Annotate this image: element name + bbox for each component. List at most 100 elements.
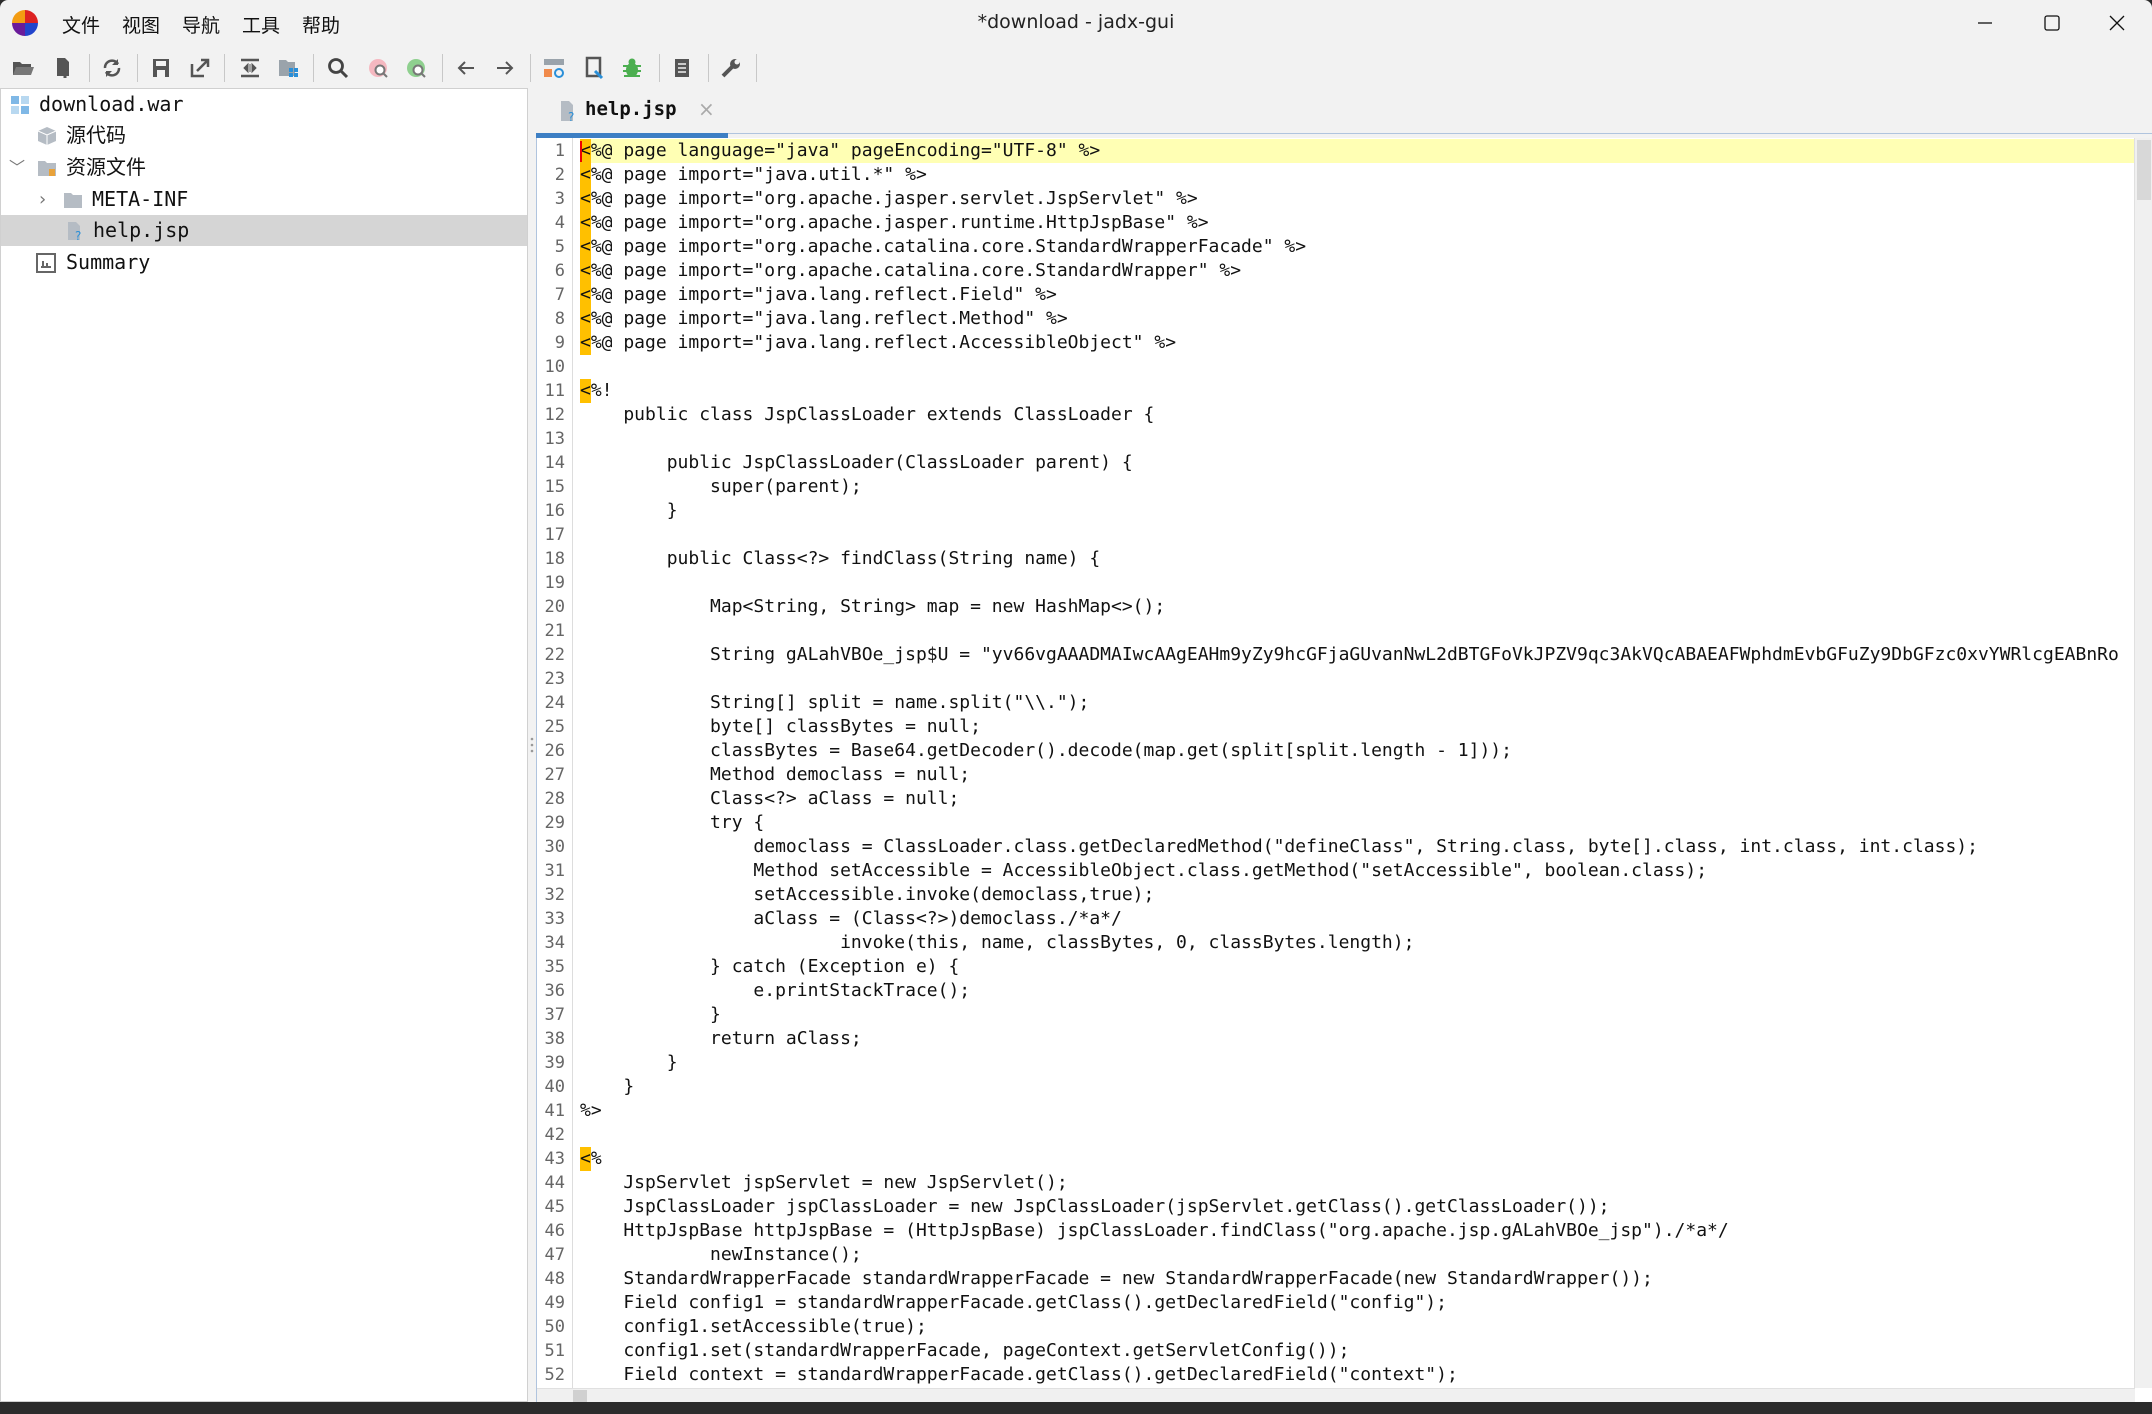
- tree-item-root[interactable]: download.war: [1, 89, 527, 120]
- line-number: 3: [554, 189, 565, 209]
- chevron-down-icon[interactable]: ﹀: [9, 152, 25, 183]
- line-number: 30: [544, 837, 565, 857]
- code-line: <%@ page import="java.lang.reflect.Field…: [580, 283, 2135, 307]
- toolbar: [0, 46, 2152, 88]
- vertical-scrollbar[interactable]: [2134, 138, 2152, 1388]
- open-file-button[interactable]: [11, 56, 35, 80]
- line-number: 16: [544, 501, 565, 521]
- forward-button[interactable]: [493, 56, 517, 80]
- code-area[interactable]: <%@ page language="java" pageEncoding="U…: [580, 139, 2135, 1389]
- drag-handle-icon: [530, 737, 534, 753]
- back-button[interactable]: [454, 56, 478, 80]
- export-button[interactable]: [188, 56, 212, 80]
- code-line: super(parent);: [580, 476, 862, 497]
- code-line: } catch (Exception e) {: [580, 956, 960, 977]
- chevron-right-icon[interactable]: ›: [37, 184, 48, 215]
- code-line: String gALahVBOe_jsp$U = "yv66vgAAADMAIw…: [580, 644, 2119, 665]
- window-title: *download - jadx-gui: [977, 11, 1175, 33]
- tree-item-meta-inf[interactable]: › META-INF: [1, 184, 527, 215]
- flatten-packages-button[interactable]: [277, 56, 301, 80]
- maximize-icon: [2044, 15, 2060, 31]
- code-line: }: [580, 1004, 721, 1025]
- code-line: byte[] classBytes = null;: [580, 716, 981, 737]
- tree-item-resources[interactable]: ﹀ 资源文件: [1, 152, 527, 183]
- code-line: config1.set(standardWrapperFacade, pageC…: [580, 1340, 1350, 1361]
- tree-label: help.jsp: [93, 218, 190, 242]
- tree-label: 资源文件: [66, 155, 146, 179]
- quark-icon: [585, 56, 604, 80]
- code-line: public Class<?> findClass(String name) {: [580, 548, 1101, 569]
- preferences-button[interactable]: [719, 56, 743, 80]
- code-line: <%@ page import="java.util.*" %>: [580, 163, 2135, 187]
- line-number: 19: [544, 573, 565, 593]
- code-line: <%@ page import="java.lang.reflect.Acces…: [580, 331, 2135, 355]
- line-number: 11: [544, 381, 565, 401]
- code-line: democlass = ClassLoader.class.getDeclare…: [580, 836, 1978, 857]
- code-editor[interactable]: 1 2 3 4 5 6 7 8 9 10 11 12 13 14 15 16 17 18 19 20 21 22 23 24 2…: [536, 138, 2152, 1402]
- open-file-icon: [13, 62, 34, 75]
- code-line: e.printStackTrace();: [580, 980, 971, 1001]
- line-number: 52: [544, 1365, 565, 1385]
- line-number: 21: [544, 621, 565, 641]
- line-number: 27: [544, 765, 565, 785]
- code-line: <%@ page import="java.lang.reflect.Metho…: [580, 307, 2135, 331]
- tree-item-help-jsp[interactable]: ? help.jsp: [1, 215, 527, 246]
- line-number: 18: [544, 549, 565, 569]
- forward-icon: [497, 61, 514, 75]
- vertical-scroll-thumb[interactable]: [2137, 140, 2151, 200]
- reload-button[interactable]: [100, 56, 124, 80]
- sync-editor-button[interactable]: [238, 56, 262, 80]
- code-line: Field context = standardWrapperFacade.ge…: [580, 1364, 1458, 1385]
- deobfuscation-button[interactable]: [542, 56, 566, 80]
- line-number: 48: [544, 1269, 565, 1289]
- line-number: 22: [544, 645, 565, 665]
- maximize-button[interactable]: [2028, 8, 2074, 38]
- toolbar-separator: [442, 54, 443, 82]
- quark-button[interactable]: [582, 56, 606, 80]
- svg-text:?: ?: [568, 110, 574, 122]
- tree-label: Summary: [66, 250, 151, 274]
- package-icon: [37, 127, 57, 145]
- tab-help-jsp[interactable]: ? help.jsp ×: [538, 88, 728, 134]
- editor-tabs: ? help.jsp ×: [536, 88, 2152, 138]
- line-number: 12: [544, 405, 565, 425]
- unknown-file-icon: ?: [68, 222, 81, 241]
- horizontal-scrollbar[interactable]: [537, 1388, 2135, 1402]
- minimize-icon: [1978, 22, 1992, 24]
- tree-item-source-code[interactable]: 源代码: [1, 120, 527, 151]
- close-button[interactable]: [2094, 8, 2140, 38]
- panel-splitter[interactable]: [528, 88, 536, 1402]
- code-line: HttpJspBase httpJspBase = (HttpJspBase) …: [580, 1220, 1729, 1241]
- code-line: JspServlet jspServlet = new JspServlet()…: [580, 1172, 1068, 1193]
- add-file-button[interactable]: [51, 56, 75, 80]
- code-line: invoke(this, name, classBytes, 0, classB…: [580, 932, 1415, 953]
- line-number: 36: [544, 981, 565, 1001]
- find-usage-button[interactable]: [405, 56, 429, 80]
- line-number: 8: [554, 309, 565, 329]
- code-line: Method setAccessible = AccessibleObject.…: [580, 860, 1708, 881]
- archive-icon: [11, 96, 29, 114]
- debugger-button[interactable]: [620, 56, 644, 80]
- line-number: 20: [544, 597, 565, 617]
- find-class-button[interactable]: [367, 56, 391, 80]
- horizontal-scroll-thumb[interactable]: [573, 1390, 587, 1402]
- tree-item-summary[interactable]: Summary: [1, 247, 527, 278]
- code-line: setAccessible.invoke(democlass,true);: [580, 884, 1155, 905]
- line-number: 43: [544, 1149, 565, 1169]
- code-line: }: [580, 1076, 635, 1097]
- tab-close-icon[interactable]: ×: [698, 97, 715, 121]
- tree-label: 源代码: [66, 123, 126, 147]
- line-number: 28: [544, 789, 565, 809]
- minimize-button[interactable]: [1962, 8, 2008, 38]
- search-button[interactable]: [326, 56, 350, 80]
- code-line: <%@ page language="java" pageEncoding="U…: [580, 139, 2135, 163]
- code-line: newInstance();: [580, 1244, 862, 1265]
- line-number: 7: [554, 285, 565, 305]
- code-line: }: [580, 1052, 678, 1073]
- code-line: try {: [580, 812, 765, 833]
- save-button[interactable]: [149, 56, 173, 80]
- log-button[interactable]: [670, 56, 694, 80]
- sync-editor-icon: [241, 58, 259, 78]
- line-number: 2: [554, 165, 565, 185]
